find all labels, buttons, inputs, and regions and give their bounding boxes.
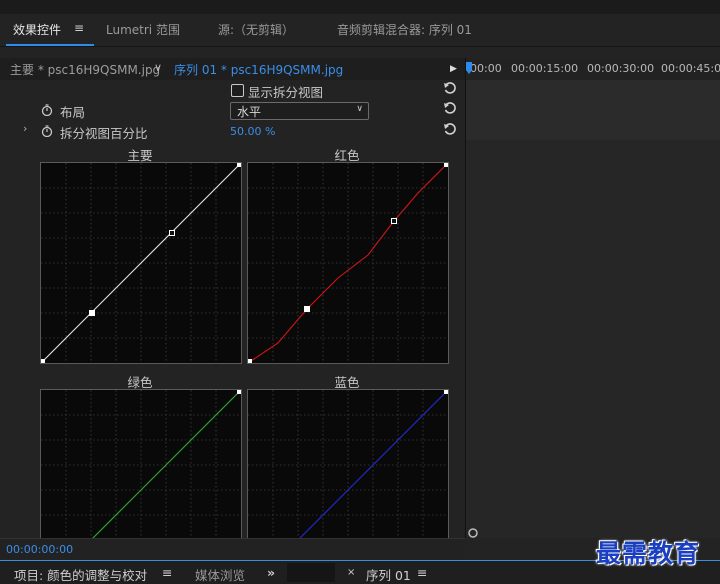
tab-source[interactable]: 源:（无剪辑） bbox=[218, 21, 294, 38]
split-percent-value[interactable]: 50.00 % bbox=[230, 125, 275, 138]
zoom-circle-handle-icon[interactable] bbox=[468, 527, 478, 538]
timecode-bar: 00:00:00:00 bbox=[0, 538, 465, 559]
curve-point bbox=[169, 230, 175, 236]
chevron-down-icon[interactable]: ∨ bbox=[154, 61, 162, 74]
ruler-tick-label: 00:00 bbox=[470, 62, 502, 75]
tab-audio-clip-mixer[interactable]: 音频剪辑混合器: 序列 01 bbox=[337, 21, 472, 38]
timeline-clip-area[interactable] bbox=[466, 80, 720, 140]
reset-icon[interactable] bbox=[443, 123, 457, 137]
ruler-tick-label: 00:00:45:00 bbox=[661, 62, 720, 75]
curve-endpoint bbox=[248, 359, 252, 363]
master-clip-selector[interactable]: 主要 * psc16H9QSMM.jpg bbox=[10, 61, 160, 78]
reset-icon[interactable] bbox=[443, 102, 457, 116]
tab-effect-controls[interactable]: 效果控件 bbox=[13, 21, 61, 38]
current-timecode[interactable]: 00:00:00:00 bbox=[6, 543, 73, 556]
tab-media-browser[interactable]: 媒体浏览 bbox=[195, 565, 245, 584]
show-split-view-label: 显示拆分视图 bbox=[248, 85, 324, 100]
stopwatch-icon[interactable] bbox=[41, 104, 53, 116]
curve-point bbox=[304, 306, 310, 312]
show-split-view-checkbox[interactable] bbox=[231, 84, 244, 97]
curve-point bbox=[89, 310, 95, 316]
ruler-tick-label: 00:00:30:00 bbox=[587, 62, 655, 75]
curve-endpoint bbox=[444, 390, 448, 394]
green-curve-graph[interactable] bbox=[40, 389, 242, 540]
panel-menu-icon[interactable]: ≡ bbox=[74, 21, 84, 35]
tab-project[interactable]: 项目: 颜色的调整与校对 bbox=[14, 565, 147, 584]
curve-endpoint bbox=[41, 359, 45, 363]
sequence-clip-selector[interactable]: 序列 01 * psc16H9QSMM.jpg bbox=[174, 61, 343, 78]
layout-dropdown[interactable]: 水平 ∨ bbox=[230, 102, 369, 120]
timeline-ruler[interactable]: 00:00 00:00:15:00 00:00:30:00 00:00:45:0… bbox=[466, 58, 720, 81]
play-triangle-icon[interactable]: ▶ bbox=[450, 64, 457, 74]
split-percent-row: › 拆分视图百分比 50.00 % bbox=[0, 122, 465, 143]
split-percent-label: 拆分视图百分比 bbox=[60, 126, 148, 141]
panel-divider-block bbox=[287, 563, 335, 582]
layout-value: 水平 bbox=[237, 105, 262, 119]
layout-row: 布局 水平 ∨ bbox=[0, 101, 465, 122]
expand-chevron-icon[interactable]: › bbox=[23, 122, 27, 135]
curve-line bbox=[41, 163, 241, 363]
tab-lumetri-scopes[interactable]: Lumetri 范围 bbox=[106, 21, 180, 38]
panel-menu-icon[interactable]: ≡ bbox=[162, 565, 172, 580]
curve-endpoint bbox=[237, 163, 241, 167]
chevron-down-icon: ∨ bbox=[356, 104, 363, 114]
layout-label: 布局 bbox=[60, 105, 86, 120]
panel-tab-bar: 效果控件 ≡ Lumetri 范围 源:（无剪辑） 音频剪辑混合器: 序列 01 bbox=[0, 14, 720, 47]
stopwatch-icon[interactable] bbox=[41, 125, 53, 137]
ruler-tick-label: 00:00:15:00 bbox=[511, 62, 579, 75]
curve-endpoint bbox=[444, 163, 448, 167]
active-tab-indicator bbox=[6, 44, 94, 46]
show-split-view-row: 显示拆分视图 bbox=[0, 81, 465, 102]
window-top-strip bbox=[0, 0, 720, 15]
watermark-logo: 最需教育 bbox=[596, 539, 701, 568]
playhead-icon[interactable] bbox=[466, 62, 472, 74]
reset-icon[interactable] bbox=[443, 82, 457, 96]
overflow-chevron-icon[interactable]: » bbox=[267, 565, 275, 580]
red-curve-graph[interactable] bbox=[247, 162, 449, 364]
panel-menu-icon[interactable]: ≡ bbox=[417, 565, 427, 580]
tab-sequence[interactable]: 序列 01 bbox=[366, 565, 411, 584]
curve-endpoint bbox=[237, 390, 241, 394]
curve-point bbox=[391, 218, 397, 224]
close-icon[interactable]: × bbox=[347, 567, 355, 578]
blue-curve-graph[interactable] bbox=[247, 389, 449, 540]
master-curve-graph[interactable] bbox=[40, 162, 242, 364]
